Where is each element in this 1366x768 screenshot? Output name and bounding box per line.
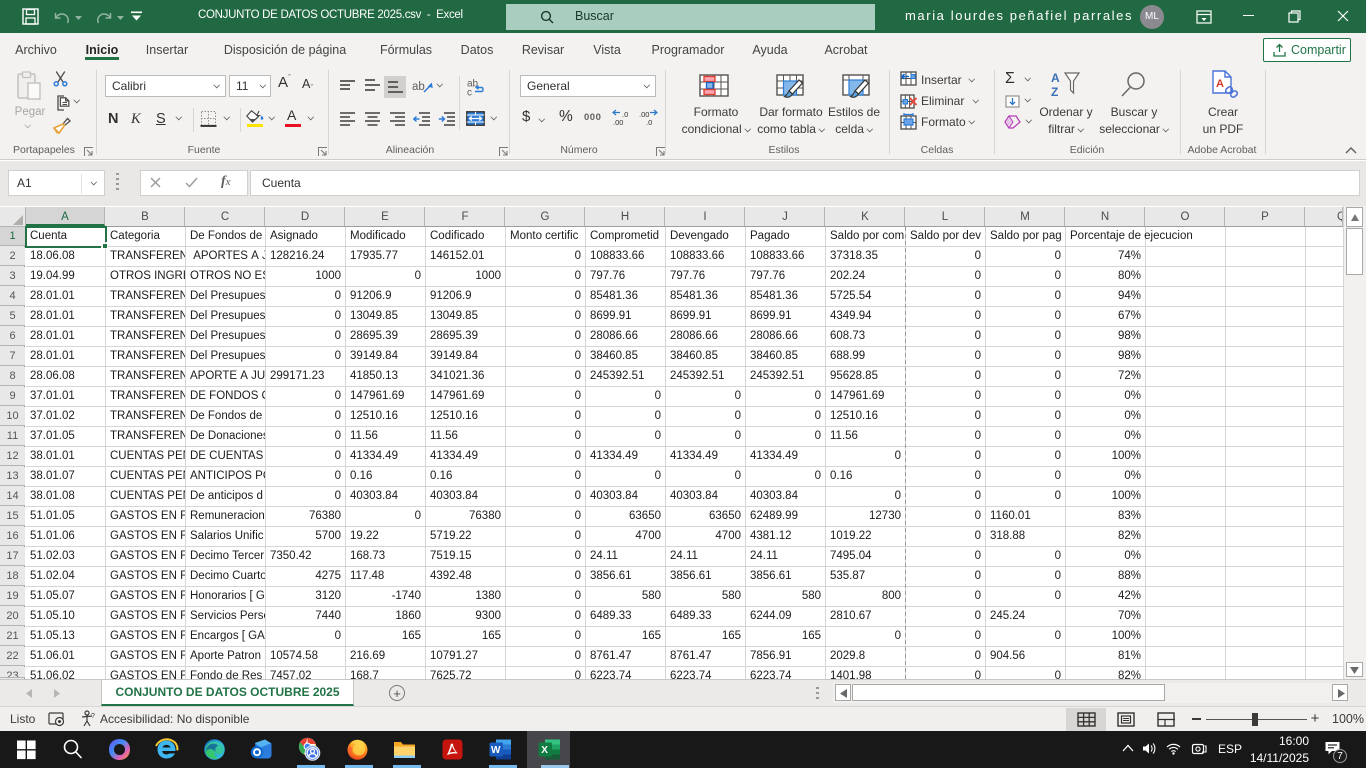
svg-text:?: ? <box>91 713 95 720</box>
svg-text:A: A <box>1216 78 1224 90</box>
svg-text:W: W <box>491 745 501 756</box>
svg-text:A: A <box>1051 71 1060 85</box>
svg-text:X: X <box>541 745 548 756</box>
svg-text:.00: .00 <box>613 118 623 126</box>
svg-text:ab: ab <box>412 81 425 93</box>
svg-text:c: c <box>467 88 472 97</box>
svg-text:.0: .0 <box>646 118 652 126</box>
svg-text:Z: Z <box>1051 85 1058 97</box>
